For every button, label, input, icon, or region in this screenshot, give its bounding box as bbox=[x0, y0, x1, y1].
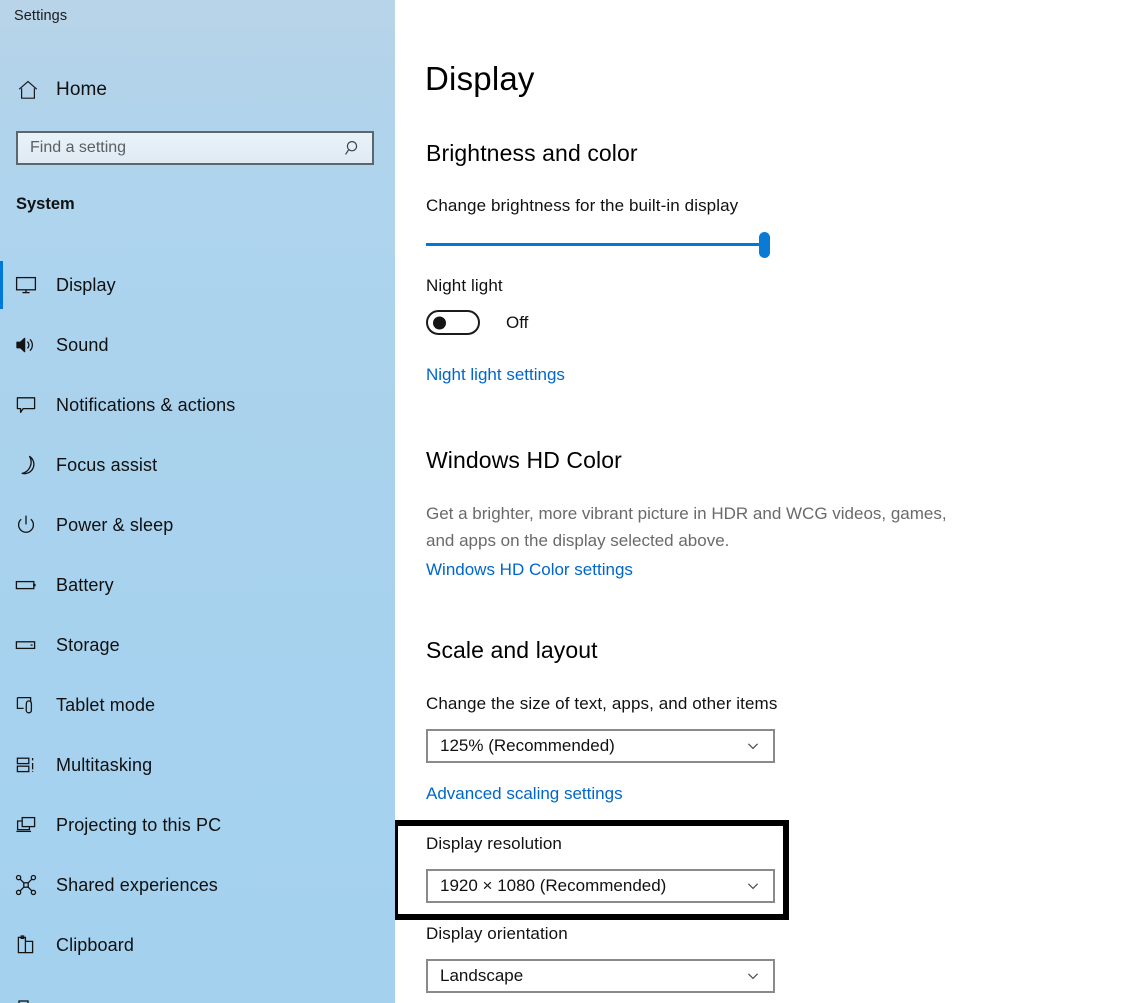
night-light-toggle[interactable] bbox=[426, 310, 480, 335]
sidebar-item-tablet-mode[interactable]: Tablet mode bbox=[0, 675, 395, 735]
brightness-section-heading: Brightness and color bbox=[426, 140, 638, 166]
scale-section-heading: Scale and layout bbox=[426, 637, 598, 663]
multitasking-icon bbox=[6, 753, 46, 777]
selection-indicator bbox=[0, 801, 3, 849]
sidebar-item-clipboard[interactable]: Clipboard bbox=[0, 915, 395, 975]
orientation-dropdown-value: Landscape bbox=[440, 966, 524, 985]
selection-indicator bbox=[0, 681, 3, 729]
resolution-dropdown[interactable]: 1920 × 1080 (Recommended) bbox=[426, 869, 775, 903]
notification-icon bbox=[6, 393, 46, 417]
sidebar-item-notifications[interactable]: Notifications & actions bbox=[0, 375, 395, 435]
search-icon[interactable] bbox=[334, 133, 372, 163]
night-light-label: Night light bbox=[426, 276, 503, 295]
home-icon bbox=[9, 78, 47, 102]
sidebar-item-focus-assist-label: Focus assist bbox=[56, 454, 158, 475]
toggle-knob bbox=[433, 316, 446, 329]
night-light-toggle-row: Off bbox=[426, 310, 528, 335]
sidebar-item-storage-label: Storage bbox=[56, 634, 120, 655]
app-title: Settings bbox=[14, 8, 68, 24]
sidebar-item-clipboard-label: Clipboard bbox=[56, 934, 134, 955]
storage-icon bbox=[6, 633, 46, 657]
brightness-slider-thumb[interactable] bbox=[759, 232, 770, 258]
resolution-label: Display resolution bbox=[426, 834, 562, 853]
sidebar-item-power-sleep-label: Power & sleep bbox=[56, 514, 174, 535]
orientation-label: Display orientation bbox=[426, 924, 568, 943]
search-box[interactable] bbox=[16, 131, 374, 165]
sidebar-nav: Display Sound Notifications & actions Fo… bbox=[0, 255, 395, 975]
scale-dropdown[interactable]: 125% (Recommended) bbox=[426, 729, 775, 763]
projecting-icon bbox=[6, 813, 46, 837]
clipboard-icon bbox=[6, 933, 46, 957]
selection-indicator bbox=[0, 561, 3, 609]
moon-icon bbox=[6, 453, 46, 477]
sidebar-item-shared-experiences-label: Shared experiences bbox=[56, 874, 218, 895]
sidebar-item-display[interactable]: Display bbox=[0, 255, 395, 315]
search-input[interactable] bbox=[18, 132, 334, 164]
selection-indicator bbox=[0, 621, 3, 669]
hdr-description: Get a brighter, more vibrant picture in … bbox=[426, 504, 947, 550]
orientation-dropdown[interactable]: Landscape bbox=[426, 959, 775, 993]
chevron-down-icon bbox=[733, 878, 773, 894]
sidebar-item-power-sleep[interactable]: Power & sleep bbox=[0, 495, 395, 555]
sidebar-item-sound[interactable]: Sound bbox=[0, 315, 395, 375]
sidebar-item-multitasking-label: Multitasking bbox=[56, 754, 153, 775]
sidebar-item-tablet-mode-label: Tablet mode bbox=[56, 694, 156, 715]
settings-window: Settings Home System bbox=[0, 0, 1127, 1003]
sidebar-item-notifications-label: Notifications & actions bbox=[56, 394, 236, 415]
night-light-state: Off bbox=[506, 312, 529, 332]
scale-label: Change the size of text, apps, and other… bbox=[426, 694, 778, 713]
power-icon bbox=[6, 513, 46, 537]
main-content: Display Brightness and color Change brig… bbox=[395, 0, 1127, 1003]
brightness-slider-track[interactable] bbox=[426, 243, 767, 246]
selection-indicator bbox=[0, 921, 3, 969]
selection-indicator bbox=[0, 321, 3, 369]
sidebar-item-focus-assist[interactable]: Focus assist bbox=[0, 435, 395, 495]
tablet-icon bbox=[6, 693, 46, 717]
hdr-settings-link[interactable]: Windows HD Color settings bbox=[426, 560, 633, 580]
night-light-settings-link[interactable]: Night light settings bbox=[426, 365, 565, 385]
monitor-icon bbox=[6, 273, 46, 297]
scale-dropdown-value: 125% (Recommended) bbox=[440, 736, 615, 755]
sidebar-item-partial[interactable] bbox=[0, 975, 395, 1003]
selection-indicator bbox=[0, 261, 3, 309]
sidebar-item-projecting[interactable]: Projecting to this PC bbox=[0, 795, 395, 855]
sidebar-item-shared-experiences[interactable]: Shared experiences bbox=[0, 855, 395, 915]
selection-indicator bbox=[0, 861, 3, 909]
selection-indicator bbox=[0, 501, 3, 549]
hdr-section-heading: Windows HD Color bbox=[426, 447, 622, 473]
sidebar-item-projecting-label: Projecting to this PC bbox=[56, 814, 222, 835]
chevron-down-icon bbox=[733, 968, 773, 984]
sidebar-item-battery[interactable]: Battery bbox=[0, 555, 395, 615]
sidebar-item-battery-label: Battery bbox=[56, 574, 114, 595]
sidebar-group-heading: System bbox=[16, 195, 75, 213]
brightness-slider-label: Change brightness for the built-in displ… bbox=[426, 196, 739, 215]
sidebar: Settings Home System bbox=[0, 0, 395, 1003]
partial-icon bbox=[6, 997, 46, 1003]
page-title: Display bbox=[425, 60, 535, 97]
selection-indicator bbox=[0, 741, 3, 789]
sidebar-item-sound-label: Sound bbox=[56, 334, 109, 355]
brightness-slider[interactable] bbox=[426, 232, 773, 258]
selection-indicator bbox=[0, 381, 3, 429]
sidebar-item-home[interactable]: Home bbox=[0, 70, 395, 110]
speaker-icon bbox=[6, 333, 46, 357]
sidebar-item-home-label: Home bbox=[56, 79, 108, 100]
shared-experiences-icon bbox=[6, 873, 46, 897]
battery-icon bbox=[6, 573, 46, 597]
selection-indicator bbox=[0, 441, 3, 489]
resolution-dropdown-value: 1920 × 1080 (Recommended) bbox=[440, 876, 667, 895]
advanced-scaling-link[interactable]: Advanced scaling settings bbox=[426, 784, 623, 804]
sidebar-item-multitasking[interactable]: Multitasking bbox=[0, 735, 395, 795]
chevron-down-icon bbox=[733, 738, 773, 754]
sidebar-item-display-label: Display bbox=[56, 274, 116, 295]
sidebar-item-storage[interactable]: Storage bbox=[0, 615, 395, 675]
